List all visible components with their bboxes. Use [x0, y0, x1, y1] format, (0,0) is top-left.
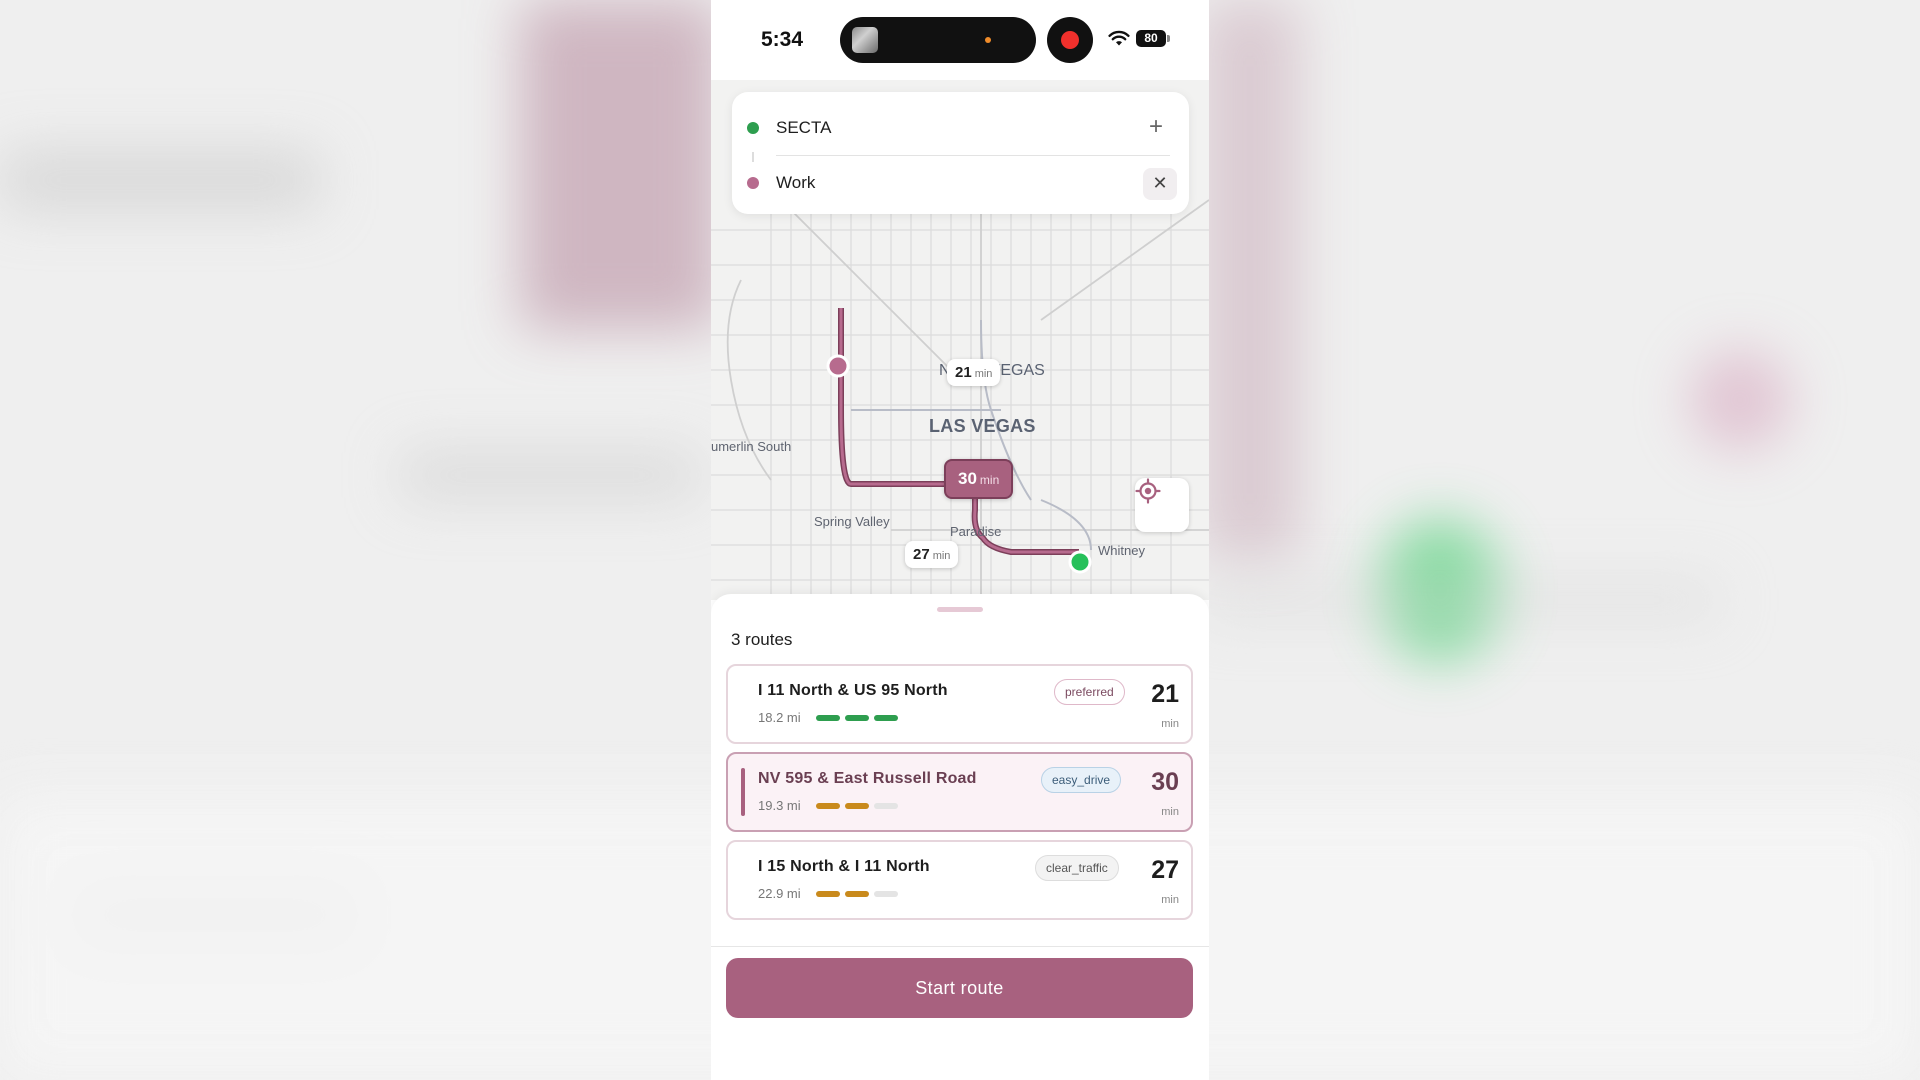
route-chip-27[interactable]: 27 min — [905, 541, 959, 568]
wifi-icon — [1108, 30, 1130, 46]
origin-field[interactable]: SECTA — [776, 118, 831, 138]
route-chip-21[interactable]: 21 min — [947, 359, 1001, 386]
traffic-indicator — [816, 715, 898, 721]
route-minutes-unit: min — [1161, 806, 1179, 818]
status-bar: 5:34 80 — [711, 0, 1209, 80]
battery-tip — [1167, 35, 1170, 42]
map-label-spring-valley: Spring Valley — [814, 514, 890, 529]
destination-field[interactable]: Work — [776, 173, 815, 193]
route-name: I 15 North & I 11 North — [758, 858, 930, 875]
route-card-2-selected[interactable]: NV 595 & East Russell Road 19.3 mi easy_… — [726, 752, 1193, 832]
screen-recording-indicator[interactable] — [1047, 17, 1093, 63]
field-divider — [776, 155, 1170, 156]
chip-minutes: 27 — [913, 546, 930, 563]
route-tag: easy_drive — [1041, 767, 1122, 793]
media-thumbnail — [852, 27, 878, 53]
routes-sheet: 3 routes I 11 North & US 95 North 18.2 m… — [711, 594, 1209, 1080]
crosshair-icon — [1135, 478, 1161, 504]
destination-marker — [826, 354, 850, 378]
origin-row[interactable]: SECTA + — [732, 108, 1189, 148]
add-stop-button[interactable]: + — [1144, 115, 1168, 140]
map-label-summerlin-south: umerlin South — [711, 439, 792, 454]
map-label-las-vegas: LAS VEGAS — [929, 416, 1036, 436]
status-time: 5:34 — [761, 28, 804, 51]
sheet-divider — [711, 946, 1209, 947]
route-chip-30-selected[interactable]: 30 min — [944, 459, 1014, 499]
chip-minutes: 30 — [958, 469, 977, 488]
route-search-card: SECTA + Work ✕ — [732, 92, 1189, 214]
route-distance: 19.3 mi — [758, 798, 801, 813]
route-minutes-unit: min — [1161, 718, 1179, 730]
map-label-paradise: Paradise — [950, 524, 1002, 539]
mic-indicator-icon — [985, 37, 991, 43]
destination-dot-icon — [747, 177, 759, 189]
routes-count: 3 routes — [731, 630, 793, 649]
route-name: I 11 North & US 95 North — [758, 682, 948, 699]
phone-screen: 5:34 80 N VEGAS LAS VEGAS umerlin South … — [711, 0, 1209, 1080]
chip-unit: min — [932, 550, 951, 562]
chip-unit: min — [979, 473, 1000, 487]
clear-destination-button[interactable]: ✕ — [1143, 168, 1177, 200]
map-label-whitney: Whitney — [1098, 543, 1145, 558]
start-route-button[interactable]: Start route — [726, 958, 1193, 1018]
route-distance: 18.2 mi — [758, 710, 801, 725]
route-tag: clear_traffic — [1035, 855, 1119, 881]
destination-row[interactable]: Work ✕ — [732, 163, 1189, 203]
dynamic-island[interactable] — [840, 17, 1036, 63]
route-card-3[interactable]: I 15 North & I 11 North 22.9 mi clear_tr… — [726, 840, 1193, 920]
route-name: NV 595 & East Russell Road — [758, 770, 977, 787]
battery-icon: 80 — [1136, 30, 1166, 47]
chip-unit: min — [974, 368, 993, 380]
route-minutes: 30 — [1151, 768, 1179, 796]
route-card-1[interactable]: I 11 North & US 95 North 18.2 mi preferr… — [726, 664, 1193, 744]
record-icon — [1061, 31, 1079, 49]
route-distance: 22.9 mi — [758, 886, 801, 901]
sheet-drag-handle[interactable] — [937, 607, 983, 612]
chip-minutes: 21 — [955, 364, 972, 381]
route-tag: preferred — [1054, 679, 1125, 705]
stop-connector — [752, 152, 754, 162]
route-minutes-unit: min — [1161, 894, 1179, 906]
recenter-location-button[interactable] — [1135, 478, 1189, 532]
route-minutes: 21 — [1151, 680, 1179, 708]
selected-accent-bar — [741, 768, 745, 816]
origin-marker — [1068, 550, 1092, 574]
traffic-indicator — [816, 803, 898, 809]
route-minutes: 27 — [1151, 856, 1179, 884]
traffic-indicator — [816, 891, 898, 897]
origin-dot-icon — [747, 122, 759, 134]
